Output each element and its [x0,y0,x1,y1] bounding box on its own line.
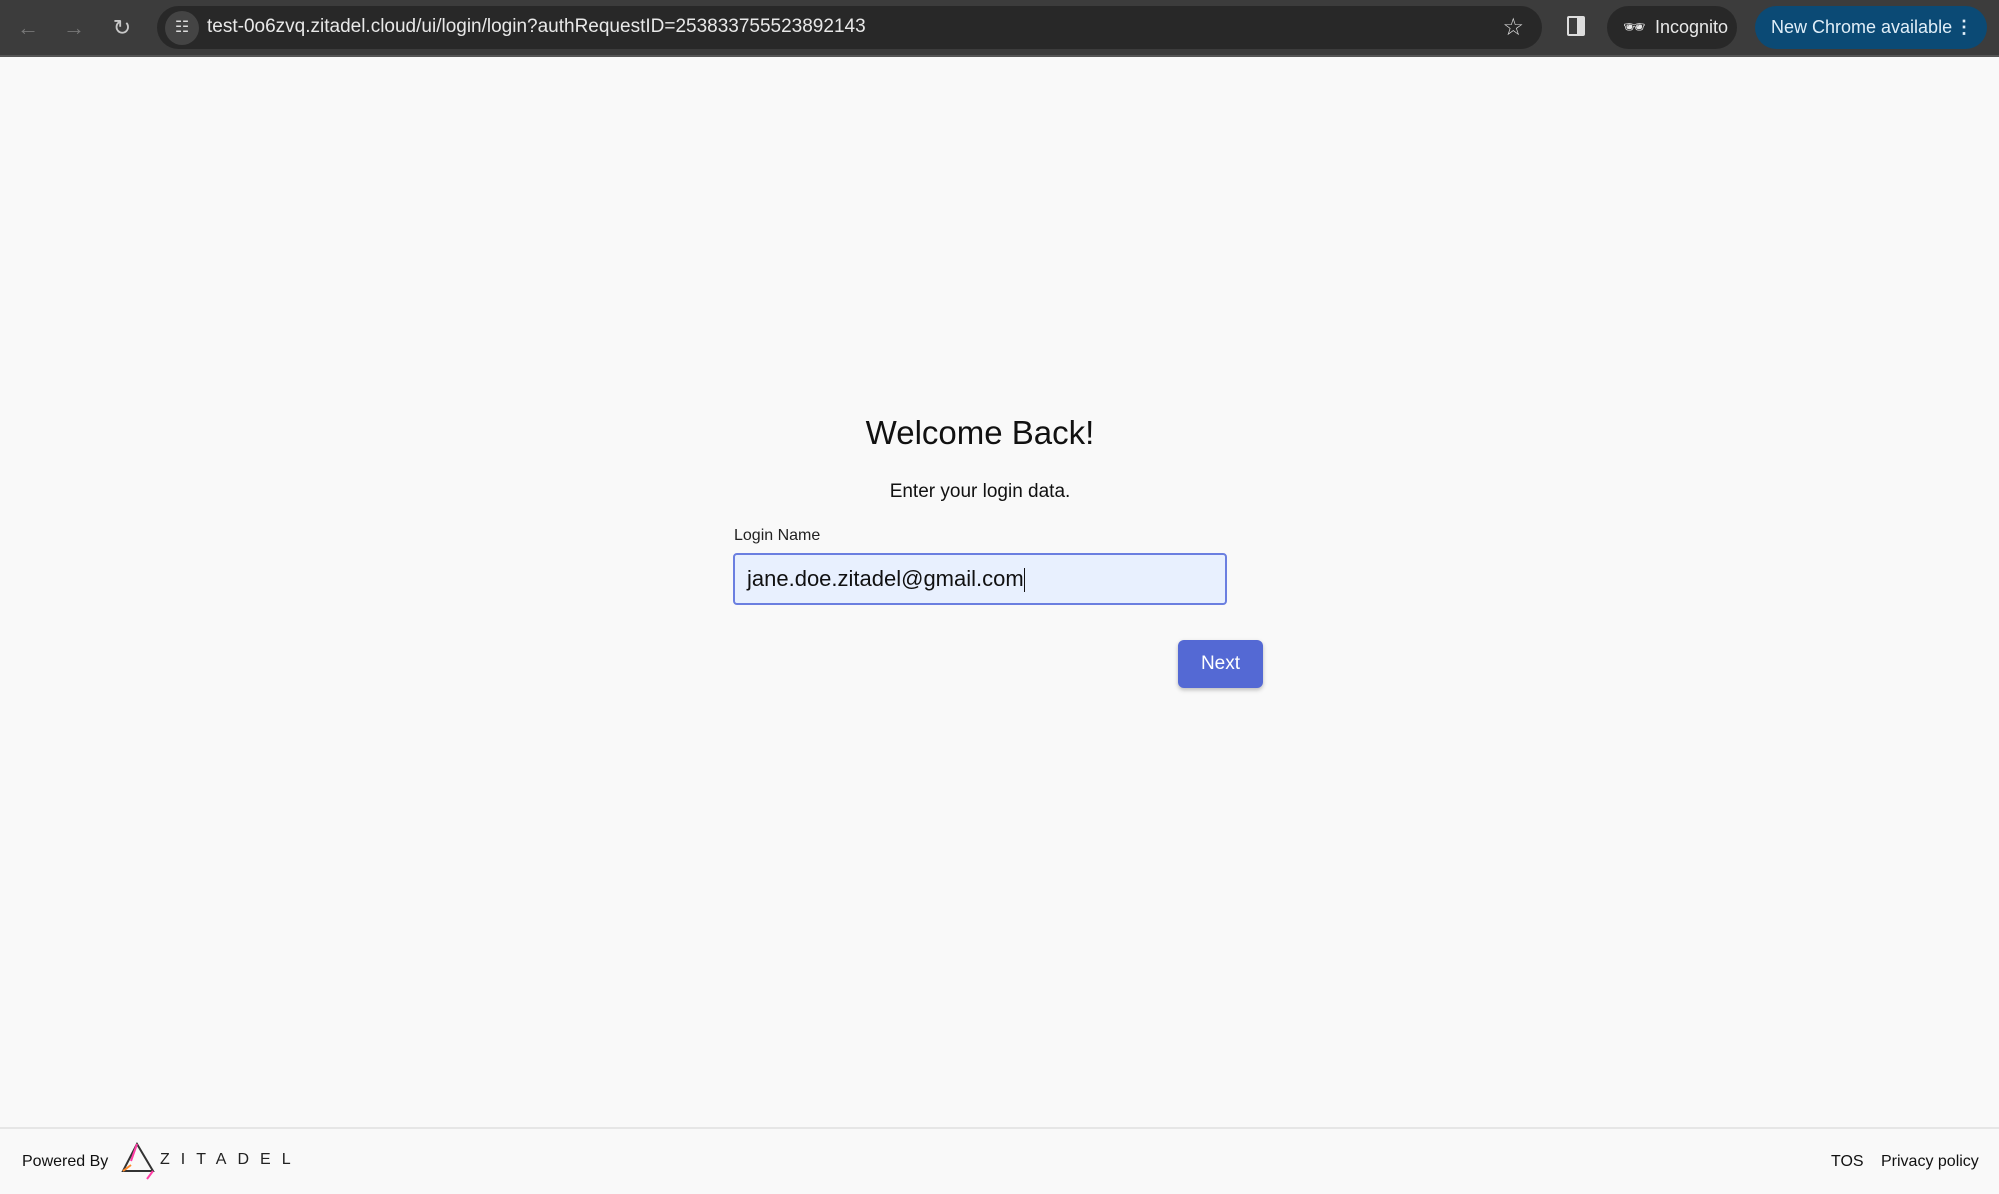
text-caret [1023,568,1025,593]
page-subtitle: Enter your login data. [889,481,1071,502]
site-settings-icon[interactable]: ☷ [165,11,199,45]
more-menu-icon[interactable]: ⋮ [1955,6,1973,49]
next-button[interactable]: Next [1178,640,1263,688]
address-bar[interactable]: ☷ test-0o6zvq.zitadel.cloud/ui/login/log… [157,6,1542,49]
login-name-value: jane.doe.zitadel@gmail.com [747,566,1024,591]
url-text[interactable]: test-0o6zvq.zitadel.cloud/ui/login/login… [207,16,866,38]
zitadel-logo-icon [121,1141,155,1180]
incognito-icon: 🕶 [1623,17,1646,37]
update-label: New Chrome available [1771,17,1953,37]
zitadel-brand: ZITADEL [160,1151,302,1168]
chrome-update-button[interactable]: New Chrome available ⋮ [1755,6,1987,49]
powered-by-text: Powered By [22,1153,109,1170]
incognito-indicator[interactable]: 🕶 Incognito [1607,6,1737,49]
side-panel-icon[interactable] [1567,16,1585,36]
login-name-label: Login Name [734,527,821,544]
bookmark-star-icon[interactable]: ☆ [1502,13,1524,42]
reload-icon[interactable]: ↻ [108,14,136,42]
tos-link[interactable]: TOS [1831,1153,1864,1171]
forward-icon[interactable]: → [60,14,88,42]
footer: Powered By ZITADEL TOS Privacy policy [0,1127,1999,1194]
back-icon[interactable]: ← [14,14,42,42]
privacy-policy-link[interactable]: Privacy policy [1881,1153,1979,1171]
browser-toolbar: ← → ↻ ☷ test-0o6zvq.zitadel.cloud/ui/log… [0,0,1999,57]
login-name-input[interactable]: jane.doe.zitadel@gmail.com [733,553,1227,605]
page-title: Welcome Back! [865,414,1095,451]
incognito-label: Incognito [1655,17,1729,37]
